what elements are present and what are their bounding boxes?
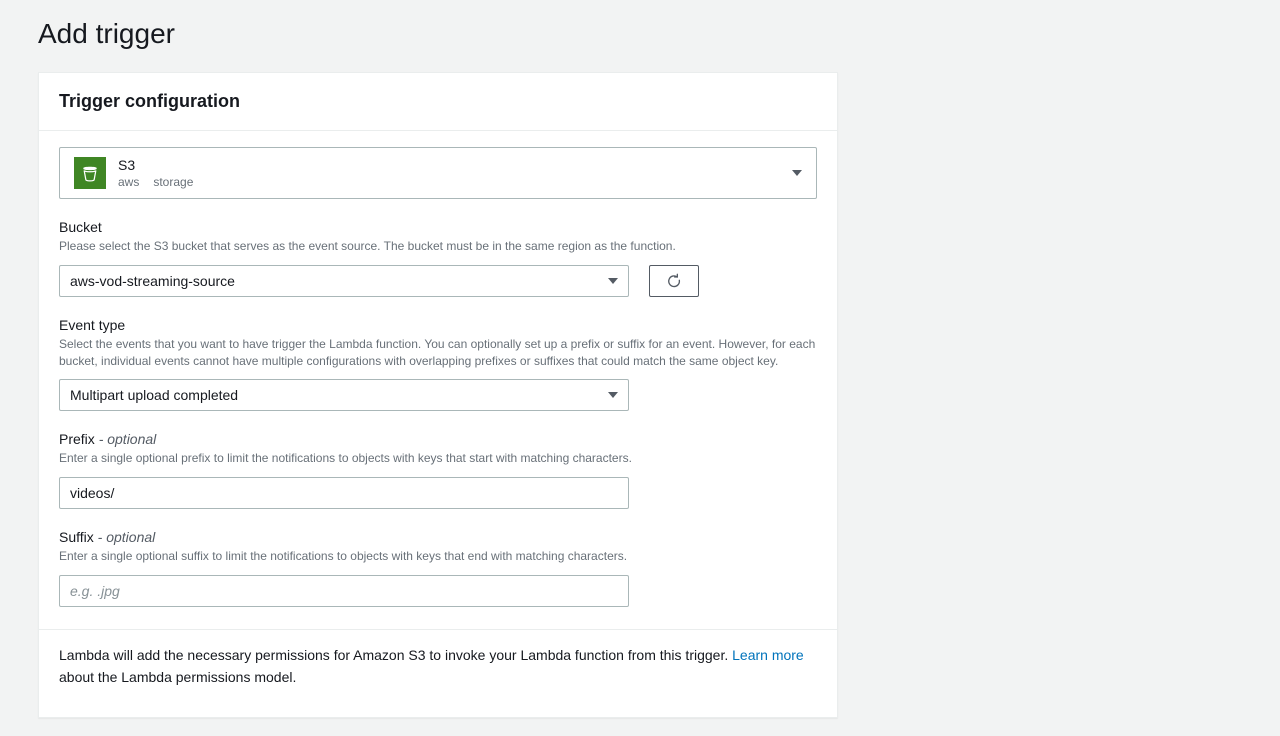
suffix-hint: Enter a single optional suffix to limit … xyxy=(59,548,817,565)
suffix-input[interactable] xyxy=(70,583,618,599)
event-type-select-value: Multipart upload completed xyxy=(70,387,238,403)
suffix-input-wrapper xyxy=(59,575,629,607)
chevron-down-icon xyxy=(608,392,618,398)
suffix-label: Suffix - optional xyxy=(59,529,817,545)
prefix-hint: Enter a single optional prefix to limit … xyxy=(59,450,817,467)
page-title: Add trigger xyxy=(38,18,1242,50)
service-name: S3 xyxy=(118,157,193,174)
prefix-input-wrapper xyxy=(59,477,629,509)
chevron-down-icon xyxy=(792,170,802,176)
prefix-label: Prefix - optional xyxy=(59,431,817,447)
bucket-field: Bucket Please select the S3 bucket that … xyxy=(59,219,817,297)
bucket-hint: Please select the S3 bucket that serves … xyxy=(59,238,817,255)
prefix-input[interactable] xyxy=(70,485,618,501)
permissions-note: Lambda will add the necessary permission… xyxy=(59,630,817,707)
card-heading: Trigger configuration xyxy=(59,91,817,112)
service-source-select[interactable]: S3 awsstorage xyxy=(59,147,817,199)
learn-more-link[interactable]: Learn more xyxy=(732,647,804,663)
event-type-select[interactable]: Multipart upload completed xyxy=(59,379,629,411)
bucket-select[interactable]: aws-vod-streaming-source xyxy=(59,265,629,297)
event-type-hint: Select the events that you want to have … xyxy=(59,336,817,370)
chevron-down-icon xyxy=(608,278,618,284)
s3-icon xyxy=(74,157,106,189)
bucket-select-value: aws-vod-streaming-source xyxy=(70,273,235,289)
service-subtext: awsstorage xyxy=(118,175,193,189)
prefix-field: Prefix - optional Enter a single optiona… xyxy=(59,431,817,509)
refresh-buckets-button[interactable] xyxy=(649,265,699,297)
refresh-icon xyxy=(666,273,682,289)
bucket-label: Bucket xyxy=(59,219,817,235)
card-header: Trigger configuration xyxy=(39,73,837,131)
event-type-field: Event type Select the events that you wa… xyxy=(59,317,817,412)
event-type-label: Event type xyxy=(59,317,817,333)
suffix-field: Suffix - optional Enter a single optiona… xyxy=(59,529,817,607)
trigger-config-card: Trigger configuration S3 awsstorage xyxy=(38,72,838,718)
